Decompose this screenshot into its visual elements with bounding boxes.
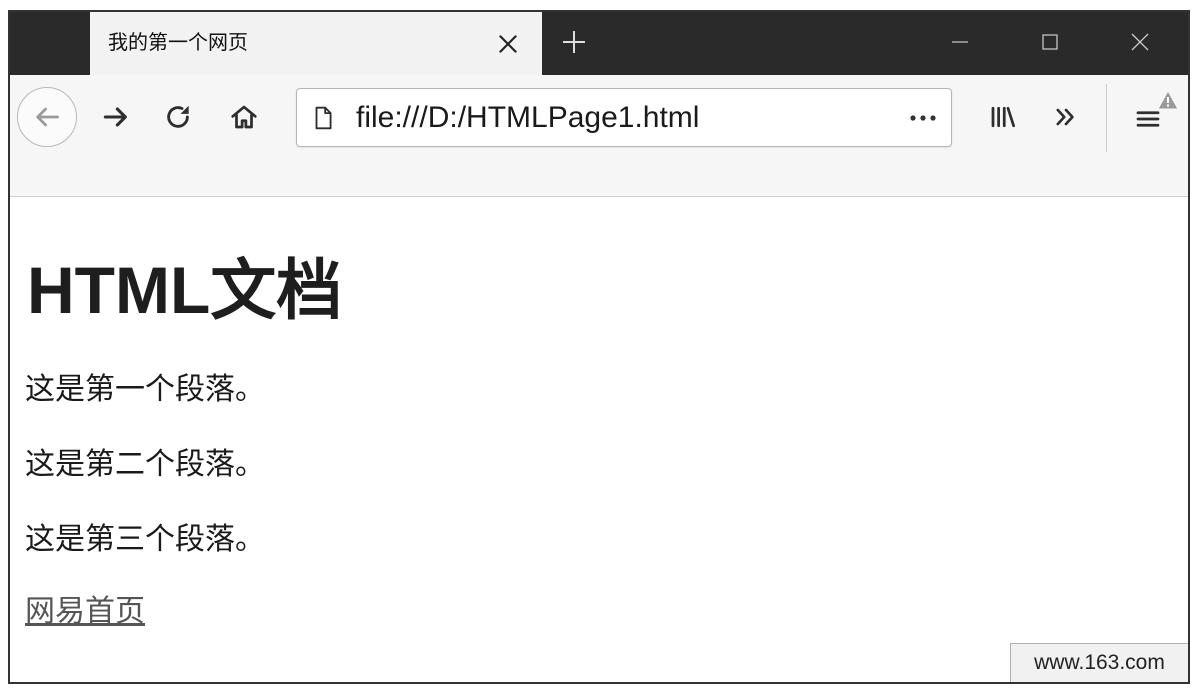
- page-icon[interactable]: [310, 105, 336, 131]
- paragraph-1: 这是第一个段落。: [25, 373, 265, 406]
- back-button[interactable]: [17, 87, 77, 147]
- back-arrow-icon: [36, 107, 59, 127]
- tab-active[interactable]: 我的第一个网页: [90, 12, 542, 75]
- plus-icon[interactable]: [559, 27, 589, 57]
- overflow-chevrons-icon[interactable]: [1052, 103, 1080, 131]
- forward-arrow-icon[interactable]: [100, 101, 132, 133]
- maximize-icon[interactable]: [1038, 30, 1062, 54]
- paragraph-2: 这是第二个段落。: [25, 448, 265, 481]
- status-bar-url: www.163.com: [1010, 643, 1188, 682]
- close-icon[interactable]: [495, 31, 521, 57]
- address-bar[interactable]: file:///D:/HTMLPage1.html: [296, 88, 952, 147]
- page-heading: HTML文档: [27, 253, 343, 327]
- reload-icon[interactable]: [163, 102, 193, 132]
- window-close-icon[interactable]: [1128, 30, 1152, 54]
- library-icon[interactable]: [988, 102, 1018, 132]
- url-field[interactable]: file:///D:/HTMLPage1.html: [356, 89, 699, 146]
- tab-title: 我的第一个网页: [108, 32, 248, 54]
- more-actions-icon[interactable]: [908, 113, 938, 123]
- minimize-icon[interactable]: [948, 30, 972, 54]
- warning-icon: [1157, 90, 1179, 110]
- home-icon[interactable]: [229, 102, 259, 132]
- toolbar-separator: [1106, 84, 1107, 152]
- paragraph-3: 这是第三个段落。: [25, 523, 265, 556]
- netease-home-link[interactable]: 网易首页: [25, 592, 145, 632]
